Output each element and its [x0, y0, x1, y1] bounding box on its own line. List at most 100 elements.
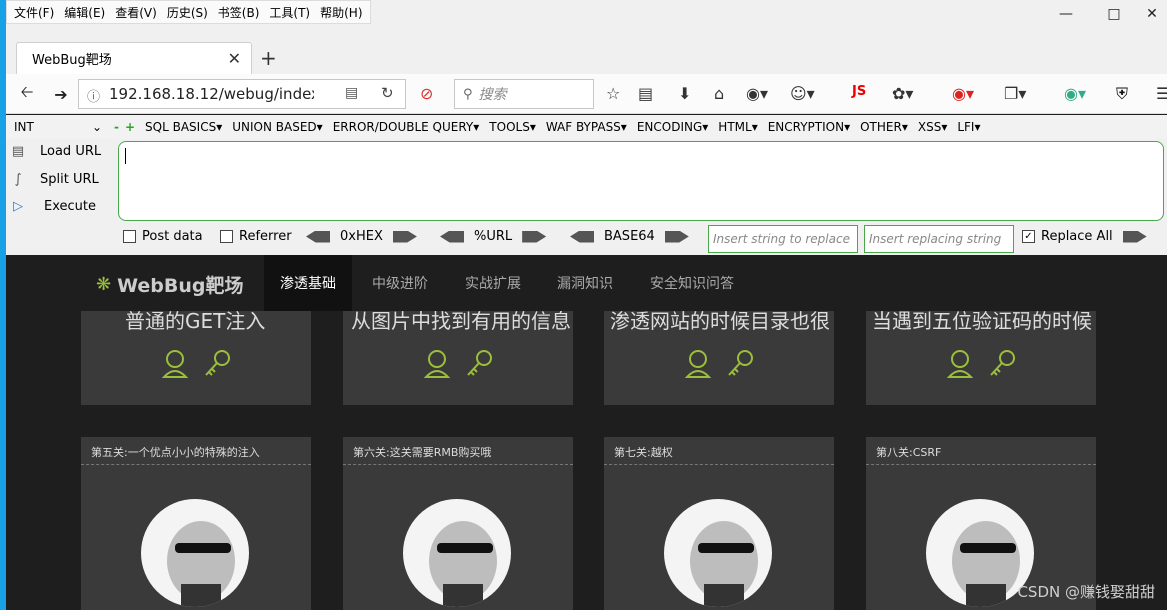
- hackbar-body: ▤ Load URL ∫ Split URL ▷ Execute Post da…: [6, 139, 1167, 255]
- split-url-icon: ∫: [14, 172, 22, 187]
- arrow-right-icon[interactable]: [522, 230, 547, 243]
- menu-lfi[interactable]: LFI▾: [957, 120, 980, 134]
- menu-tools[interactable]: 工具(T): [264, 4, 315, 21]
- reload-icon[interactable]: ↻: [381, 84, 394, 102]
- referrer-checkbox[interactable]: Referrer: [220, 229, 292, 244]
- arrow-right-icon[interactable]: [1122, 230, 1147, 243]
- forward-icon[interactable]: ➔: [48, 81, 74, 107]
- info-icon[interactable]: ⓘ: [87, 86, 100, 105]
- level-card[interactable]: 普通的GET注入: [81, 311, 311, 405]
- user-icon[interactable]: [946, 349, 974, 379]
- avatar: [403, 499, 511, 607]
- bug-tool-icon[interactable]: ✿▾: [892, 84, 913, 103]
- url-encoder[interactable]: %URL: [440, 229, 547, 244]
- minimize-icon[interactable]: —: [1058, 6, 1074, 22]
- site-logo[interactable]: ❋ WebBug靶场: [96, 271, 243, 298]
- level-card[interactable]: 从图片中找到有用的信息: [343, 311, 573, 405]
- hackbar-options: Post data Referrer 0xHEX %URL BASE64 Ins…: [6, 225, 1167, 253]
- globe-icon[interactable]: ◉▾: [1064, 84, 1086, 103]
- home-icon[interactable]: ⌂: [714, 84, 724, 103]
- post-data-checkbox[interactable]: Post data: [123, 229, 203, 244]
- level-card[interactable]: 当遇到五位验证码的时候: [866, 311, 1096, 405]
- type-select[interactable]: INT ⌄: [10, 117, 106, 137]
- url-text[interactable]: 192.168.18.12/webug/index.l: [109, 85, 314, 103]
- tab-webbug[interactable]: WebBug靶场 ✕: [16, 42, 252, 74]
- nav-basics[interactable]: 渗透基础: [264, 255, 352, 311]
- hex-encoder[interactable]: 0xHEX: [306, 229, 417, 244]
- arrow-right-icon[interactable]: [392, 230, 417, 243]
- nav-practice[interactable]: 实战扩展: [449, 255, 537, 311]
- post-data-label: Post data: [142, 229, 203, 244]
- maximize-icon[interactable]: □: [1106, 6, 1122, 22]
- split-url-button[interactable]: ∫ Split URL: [10, 172, 99, 187]
- level-card[interactable]: 第五关:一个优点小小的特殊的注入: [81, 437, 311, 610]
- proxy-icon[interactable]: ◉▾: [952, 84, 974, 103]
- back-icon[interactable]: 🡠: [14, 81, 40, 107]
- nav-intermediate[interactable]: 中级进阶: [356, 255, 444, 311]
- reader-icon[interactable]: ▤: [345, 85, 358, 101]
- reading-list-icon[interactable]: ▤: [638, 84, 653, 103]
- arrow-left-icon[interactable]: [306, 230, 330, 243]
- js-switch-icon[interactable]: JS: [852, 84, 866, 99]
- cookie-icon[interactable]: ☺▾: [790, 84, 815, 103]
- load-url-icon: ▤: [11, 144, 25, 159]
- search-bar[interactable]: ⚲ 搜索: [454, 79, 594, 109]
- menu-help[interactable]: 帮助(H): [315, 4, 367, 21]
- page-content: ❋ WebBug靶场 渗透基础 中级进阶 实战扩展 漏洞知识 安全知识问答 普通…: [6, 255, 1167, 610]
- replace-string-input[interactable]: Insert string to replace: [708, 225, 858, 253]
- replacing-string-input[interactable]: Insert replacing string: [864, 225, 1014, 253]
- key-icon[interactable]: [203, 349, 231, 379]
- download-icon[interactable]: ⬇: [678, 84, 691, 103]
- arrow-right-icon[interactable]: [664, 230, 689, 243]
- menu-waf-bypass[interactable]: WAF BYPASS▾: [546, 120, 627, 134]
- menu-other[interactable]: OTHER▾: [860, 120, 908, 134]
- menu-sql-basics[interactable]: SQL BASICS▾: [145, 120, 222, 134]
- minus-icon[interactable]: -: [114, 120, 119, 134]
- level-card[interactable]: 第六关:这关需要RMB购买哦: [343, 437, 573, 610]
- addon-icon[interactable]: ◉▾: [746, 84, 768, 103]
- menu-encryption[interactable]: ENCRYPTION▾: [768, 120, 850, 134]
- level-card[interactable]: 第七关:越权: [604, 437, 834, 610]
- menu-view[interactable]: 查看(V): [110, 4, 162, 21]
- replace-all-checkbox[interactable]: ✓ Replace All: [1022, 229, 1147, 244]
- load-url-button[interactable]: ▤ Load URL: [10, 144, 101, 159]
- key-icon[interactable]: [726, 349, 754, 379]
- tab-close-icon[interactable]: ✕: [228, 49, 241, 68]
- url-bar[interactable]: ⓘ 192.168.18.12/webug/index.l ▤ ↻: [78, 79, 406, 109]
- arrow-left-icon[interactable]: [440, 230, 464, 243]
- hamburger-menu-icon[interactable]: ☰: [1156, 84, 1167, 103]
- menu-error-double-query[interactable]: ERROR/DOUBLE QUERY▾: [333, 120, 480, 134]
- user-icon[interactable]: [161, 349, 189, 379]
- menu-union-based[interactable]: UNION BASED▾: [232, 120, 322, 134]
- card-actions: [423, 349, 493, 379]
- close-window-icon[interactable]: ✕: [1144, 6, 1160, 22]
- shield-icon[interactable]: ⛨: [1116, 84, 1128, 104]
- nav-vuln-knowledge[interactable]: 漏洞知识: [541, 255, 629, 311]
- base64-encoder[interactable]: BASE64: [570, 229, 689, 244]
- key-icon[interactable]: [988, 349, 1016, 379]
- menu-encoding[interactable]: ENCODING▾: [637, 120, 708, 134]
- menu-tools-hb[interactable]: TOOLS▾: [489, 120, 536, 134]
- menu-file[interactable]: 文件(F): [9, 4, 59, 21]
- watermark: CSDN @赚钱娶甜甜: [1017, 583, 1155, 601]
- copy-icon[interactable]: ❐▾: [1004, 84, 1026, 103]
- plus-icon[interactable]: +: [125, 120, 135, 134]
- new-tab-icon[interactable]: +: [260, 46, 277, 70]
- menu-xss[interactable]: XSS▾: [918, 120, 947, 134]
- user-icon[interactable]: [423, 349, 451, 379]
- hackbar-url-textarea[interactable]: [118, 141, 1164, 221]
- bookmark-star-icon[interactable]: ☆: [606, 84, 620, 103]
- menu-html[interactable]: HTML▾: [718, 120, 757, 134]
- level-card[interactable]: 渗透网站的时候目录也很: [604, 311, 834, 405]
- menu-edit[interactable]: 编辑(E): [59, 4, 110, 21]
- user-icon[interactable]: [684, 349, 712, 379]
- execute-button[interactable]: ▷ Execute: [10, 199, 96, 214]
- nav-security-qa[interactable]: 安全知识问答: [634, 255, 750, 311]
- checkbox-box: [220, 230, 233, 243]
- key-icon[interactable]: [465, 349, 493, 379]
- checkbox-checked: ✓: [1022, 230, 1035, 243]
- menu-history[interactable]: 历史(S): [162, 4, 213, 21]
- menu-bookmarks[interactable]: 书签(B): [213, 4, 265, 21]
- arrow-left-icon[interactable]: [570, 230, 594, 243]
- block-icon[interactable]: ⊘: [420, 84, 433, 103]
